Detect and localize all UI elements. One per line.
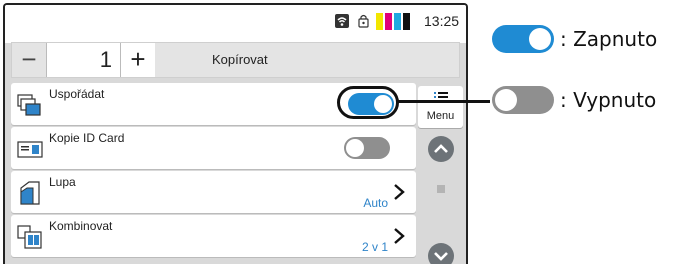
legend-on-label: : Zapnuto xyxy=(560,27,658,51)
chevron-right-icon xyxy=(394,184,405,200)
chevron-down-icon xyxy=(434,252,448,261)
row-zoom[interactable]: Lupa Auto xyxy=(11,171,416,213)
row-value: Auto xyxy=(363,196,388,210)
chevron-up-icon xyxy=(434,144,448,153)
legend-toggle-on xyxy=(492,25,554,53)
callout-connector-line xyxy=(398,100,490,103)
copies-count-value: 1 xyxy=(99,47,112,72)
row-label: Kombinovat xyxy=(49,219,113,233)
control-panel-screen: 13:25 − 1 + Kopírovat Uspořádat Kopie ID… xyxy=(3,3,468,264)
row-label: Kopie ID Card xyxy=(49,131,125,145)
toggle-knob xyxy=(346,139,364,157)
toner-level-icon xyxy=(376,13,410,30)
copies-count-field[interactable]: 1 xyxy=(46,43,121,77)
copies-toolbar: − 1 + Kopírovat xyxy=(11,42,460,78)
row-label: Lupa xyxy=(49,175,76,189)
menu-button[interactable]: Menu xyxy=(418,86,463,128)
collate-icon xyxy=(17,94,41,116)
chevron-right-icon xyxy=(394,228,405,244)
toggle-knob xyxy=(495,89,517,111)
scroll-position-indicator xyxy=(437,185,445,193)
id-card-icon xyxy=(17,141,43,158)
increase-copies-button[interactable]: + xyxy=(121,43,155,77)
row-value: 2 v 1 xyxy=(361,240,388,254)
wifi-icon xyxy=(335,14,349,28)
legend-off-label: : Vypnuto xyxy=(560,88,657,112)
lock-icon xyxy=(358,14,369,28)
toggle-highlight-callout xyxy=(337,86,399,119)
clock-time: 13:25 xyxy=(424,13,460,29)
zoom-icon xyxy=(20,181,40,205)
row-label: Uspořádat xyxy=(49,87,105,101)
scroll-up-button[interactable] xyxy=(428,136,454,162)
toggle-knob xyxy=(529,28,551,50)
mode-title: Kopírovat xyxy=(212,52,268,67)
decrease-copies-button[interactable]: − xyxy=(12,43,46,77)
row-combine[interactable]: Kombinovat 2 v 1 xyxy=(11,215,416,257)
menu-label: Menu xyxy=(426,110,455,122)
scroll-down-button[interactable] xyxy=(428,243,454,264)
row-id-card-copy[interactable]: Kopie ID Card xyxy=(11,127,416,169)
legend-toggle-off xyxy=(492,86,554,114)
id-card-toggle[interactable] xyxy=(344,137,390,159)
combine-icon xyxy=(17,225,42,249)
status-bar: 13:25 xyxy=(5,5,466,43)
